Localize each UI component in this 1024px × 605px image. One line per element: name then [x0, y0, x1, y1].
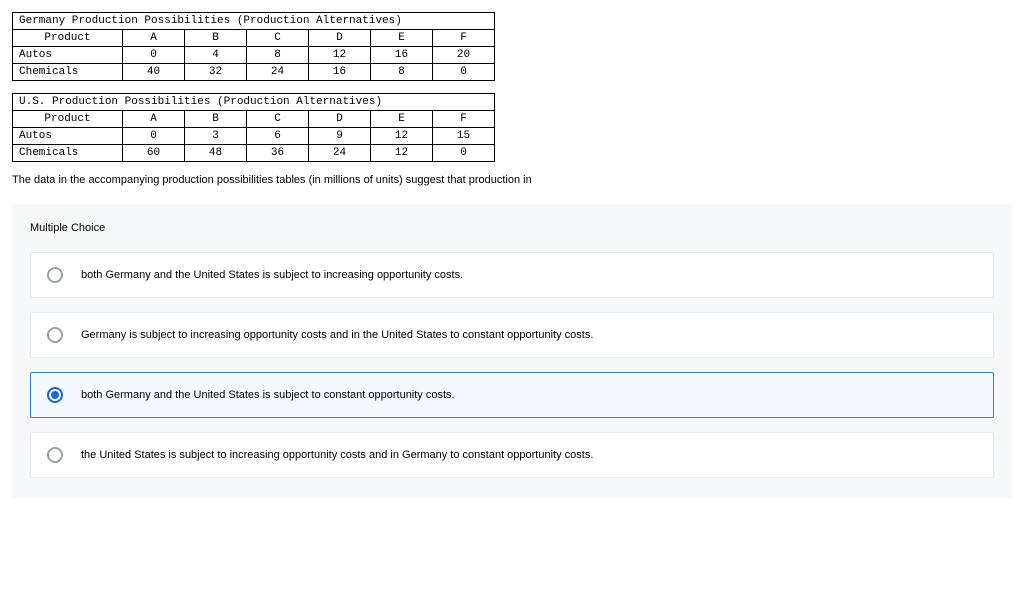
cell: 24 — [309, 145, 371, 162]
cell: 32 — [185, 64, 247, 81]
radio-icon — [47, 447, 63, 463]
col-header: F — [433, 111, 495, 128]
question-text: The data in the accompanying production … — [12, 174, 1012, 186]
choice-text: both Germany and the United States is su… — [81, 389, 455, 401]
table-row: Autos 0 3 6 9 12 15 — [13, 128, 495, 145]
cell: 0 — [123, 128, 185, 145]
col-header: A — [123, 30, 185, 47]
cell: 0 — [433, 64, 495, 81]
col-header-product: Product — [13, 30, 123, 47]
choice-option[interactable]: the United States is subject to increasi… — [30, 432, 994, 478]
cell: 16 — [371, 47, 433, 64]
cell: 8 — [371, 64, 433, 81]
row-label: Chemicals — [13, 64, 123, 81]
col-header: A — [123, 111, 185, 128]
cell: 16 — [309, 64, 371, 81]
us-ppf-table: U.S. Production Possibilities (Productio… — [12, 93, 495, 162]
table-title: U.S. Production Possibilities (Productio… — [13, 94, 495, 111]
col-header: C — [247, 30, 309, 47]
cell: 20 — [433, 47, 495, 64]
cell: 12 — [371, 128, 433, 145]
choice-text: both Germany and the United States is su… — [81, 269, 463, 281]
cell: 3 — [185, 128, 247, 145]
col-header-product: Product — [13, 111, 123, 128]
radio-icon — [47, 267, 63, 283]
cell: 40 — [123, 64, 185, 81]
choice-text: the United States is subject to increasi… — [81, 449, 593, 461]
multiple-choice-block: Multiple Choice both Germany and the Uni… — [12, 204, 1012, 498]
cell: 8 — [247, 47, 309, 64]
radio-icon — [47, 387, 63, 403]
choice-option[interactable]: both Germany and the United States is su… — [30, 372, 994, 418]
cell: 12 — [371, 145, 433, 162]
cell: 0 — [433, 145, 495, 162]
col-header: B — [185, 30, 247, 47]
choice-option[interactable]: Germany is subject to increasing opportu… — [30, 312, 994, 358]
col-header: E — [371, 30, 433, 47]
col-header: D — [309, 111, 371, 128]
row-label: Chemicals — [13, 145, 123, 162]
table-title: Germany Production Possibilities (Produc… — [13, 13, 495, 30]
row-label: Autos — [13, 128, 123, 145]
table-row: Chemicals 60 48 36 24 12 0 — [13, 145, 495, 162]
cell: 48 — [185, 145, 247, 162]
radio-icon — [47, 327, 63, 343]
col-header: B — [185, 111, 247, 128]
cell: 4 — [185, 47, 247, 64]
table-row: Autos 0 4 8 12 16 20 — [13, 47, 495, 64]
cell: 36 — [247, 145, 309, 162]
cell: 9 — [309, 128, 371, 145]
choice-text: Germany is subject to increasing opportu… — [81, 329, 593, 341]
col-header: C — [247, 111, 309, 128]
col-header: E — [371, 111, 433, 128]
cell: 24 — [247, 64, 309, 81]
cell: 0 — [123, 47, 185, 64]
cell: 60 — [123, 145, 185, 162]
multiple-choice-label: Multiple Choice — [30, 222, 994, 234]
col-header: F — [433, 30, 495, 47]
cell: 6 — [247, 128, 309, 145]
choice-option[interactable]: both Germany and the United States is su… — [30, 252, 994, 298]
cell: 15 — [433, 128, 495, 145]
table-row: Chemicals 40 32 24 16 8 0 — [13, 64, 495, 81]
col-header: D — [309, 30, 371, 47]
germany-ppf-table: Germany Production Possibilities (Produc… — [12, 12, 495, 81]
row-label: Autos — [13, 47, 123, 64]
cell: 12 — [309, 47, 371, 64]
